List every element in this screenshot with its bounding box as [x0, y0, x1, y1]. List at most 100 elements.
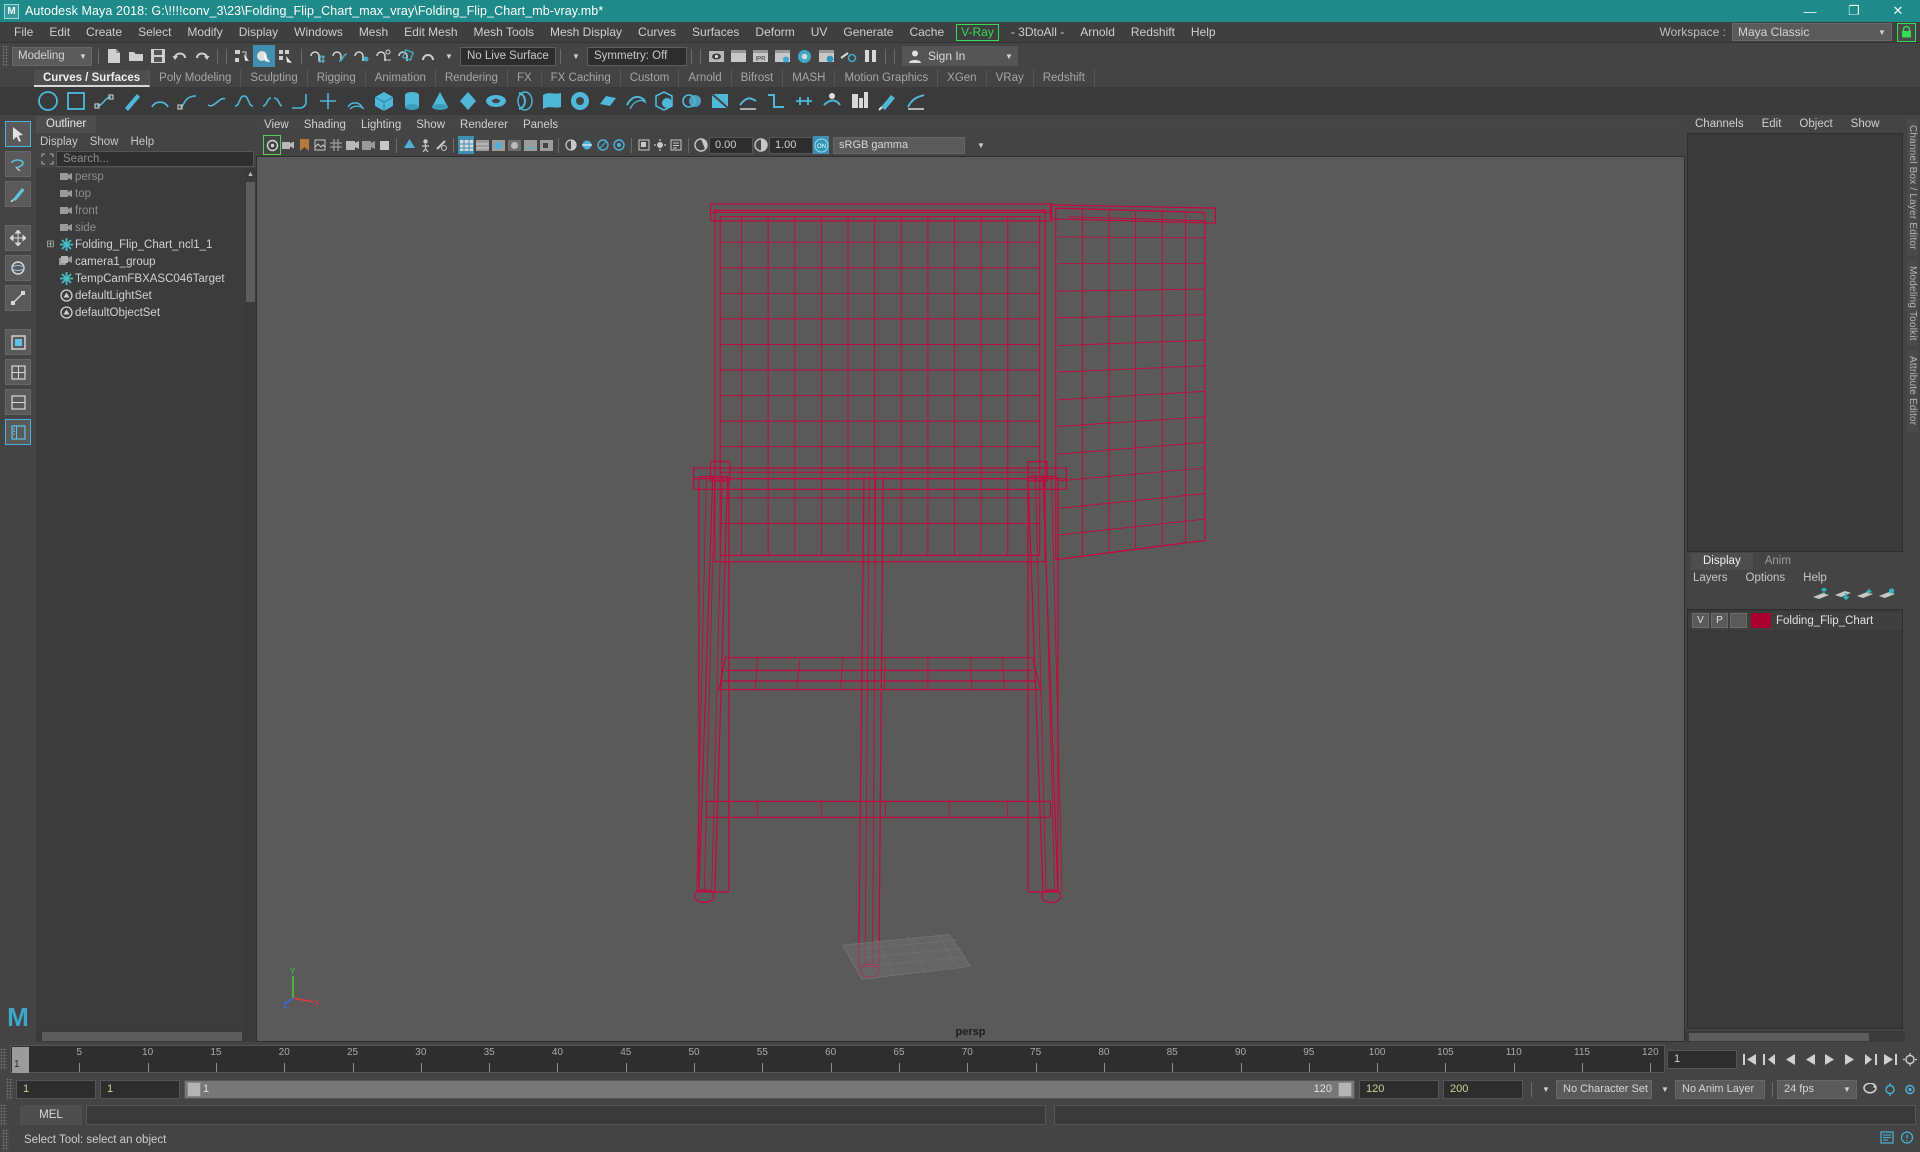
viewport-menu-view[interactable]: View	[264, 119, 300, 131]
shelf-tab-custom[interactable]: Custom	[621, 70, 680, 87]
shaded-icon[interactable]	[490, 136, 506, 154]
search-input[interactable]: Search...	[56, 151, 254, 167]
xray-icon[interactable]	[433, 136, 449, 154]
vtab-channel-box-layer-editor[interactable]: Channel Box / Layer Editor	[1907, 119, 1918, 256]
layout-two-stacked-icon[interactable]	[5, 389, 31, 415]
scrollbar-thumb[interactable]	[246, 182, 255, 302]
select-tool[interactable]	[5, 121, 31, 147]
close-button[interactable]: ✕	[1876, 0, 1920, 22]
menu-mesh-display[interactable]: Mesh Display	[542, 23, 630, 41]
shelf-tab-vray[interactable]: VRay	[987, 70, 1034, 87]
list-item[interactable]: persp	[36, 168, 256, 185]
list-item[interactable]: ⊞ Folding_Flip_Chart_ncl1_1	[36, 236, 256, 253]
film-gate-icon[interactable]	[344, 136, 360, 154]
outliner-tab[interactable]: Outliner	[36, 116, 97, 133]
list-item[interactable]: camera1_group	[36, 253, 256, 270]
menu-create[interactable]: Create	[78, 23, 130, 41]
scrollbar-thumb[interactable]	[1689, 1032, 1869, 1041]
shelf-tab-arnold[interactable]: Arnold	[679, 70, 732, 87]
outliner-vertical-scrollbar[interactable]: ▲	[245, 168, 256, 1030]
command-output[interactable]	[1054, 1105, 1916, 1125]
snap-options-chevron-icon[interactable]: ▼	[438, 45, 460, 67]
tab-display-layers[interactable]: Display	[1691, 552, 1753, 570]
color-management-toggle-icon[interactable]: ON	[813, 136, 829, 154]
list-item[interactable]: defaultLightSet	[36, 287, 256, 304]
step-back-frame-icon[interactable]	[1780, 1049, 1800, 1069]
layers-menu-help[interactable]: Help	[1803, 572, 1827, 584]
cube-primitive-icon[interactable]	[370, 88, 398, 114]
viewport-menu-show[interactable]: Show	[416, 119, 456, 131]
birail-surface-icon[interactable]	[622, 88, 650, 114]
playback-max-field[interactable]: 200	[1443, 1079, 1523, 1099]
channelbox-menu-channels[interactable]: Channels	[1695, 118, 1744, 130]
paint-attributes-icon[interactable]	[874, 88, 902, 114]
cut-curve-icon[interactable]	[314, 88, 342, 114]
torus-primitive-icon[interactable]	[482, 88, 510, 114]
menu-select[interactable]: Select	[130, 23, 179, 41]
shelf-tab-fx-caching[interactable]: FX Caching	[542, 70, 621, 87]
use-all-lights-icon[interactable]	[522, 136, 538, 154]
cv-curve-icon[interactable]	[90, 88, 118, 114]
script-editor-icon[interactable]	[1880, 1131, 1894, 1149]
render-current-frame-icon[interactable]	[727, 45, 749, 67]
layout-outliner-persp-icon[interactable]	[5, 419, 31, 445]
surface-fillet-icon[interactable]	[762, 88, 790, 114]
layout-four-icon[interactable]	[5, 359, 31, 385]
list-item[interactable]: front	[36, 202, 256, 219]
isolate-select-icon[interactable]	[401, 136, 417, 154]
list-item[interactable]: top	[36, 185, 256, 202]
move-tool[interactable]	[5, 225, 31, 251]
sculpt-surface-icon[interactable]	[818, 88, 846, 114]
light-editor-icon[interactable]	[837, 45, 859, 67]
gamma-icon[interactable]	[753, 136, 769, 154]
menu-help[interactable]: Help	[1183, 23, 1224, 41]
arc-curve-icon[interactable]	[146, 88, 174, 114]
range-slider[interactable]: 1 120	[184, 1079, 1355, 1099]
go-to-end-icon[interactable]	[1880, 1049, 1900, 1069]
attach-curve-icon[interactable]	[230, 88, 258, 114]
exposure-icon[interactable]	[693, 136, 709, 154]
trim-surface-icon[interactable]	[706, 88, 734, 114]
new-layer-icon[interactable]	[1857, 588, 1873, 606]
list-item[interactable]: TempCamFBXASC046Target	[36, 270, 256, 287]
chevron-down-icon[interactable]: ▼	[1000, 46, 1018, 66]
motion-blur-icon[interactable]	[579, 136, 595, 154]
go-to-start-icon[interactable]	[1740, 1049, 1760, 1069]
xray-joints-icon[interactable]	[417, 136, 433, 154]
square-curve-icon[interactable]	[62, 88, 90, 114]
snap-projected-icon[interactable]	[372, 45, 394, 67]
planar-surface-icon[interactable]	[566, 88, 594, 114]
stitch-surface-icon[interactable]	[790, 88, 818, 114]
menu-arnold[interactable]: Arnold	[1072, 23, 1123, 41]
character-set-chevron-icon[interactable]: ▼	[1536, 1079, 1556, 1099]
menu-vray[interactable]: V-Ray	[956, 23, 999, 41]
viewport-menu-renderer[interactable]: Renderer	[460, 119, 519, 131]
resolution-gate-icon[interactable]	[360, 136, 376, 154]
cone-primitive-icon[interactable]	[426, 88, 454, 114]
viewport-menu-shading[interactable]: Shading	[304, 119, 357, 131]
sign-in-button[interactable]: Sign In ▼	[902, 46, 1018, 66]
gamma-field[interactable]: 1.00	[769, 136, 813, 154]
scrollbar-thumb[interactable]	[42, 1031, 242, 1041]
list-item[interactable]: side	[36, 219, 256, 236]
menu-deform[interactable]: Deform	[747, 23, 802, 41]
move-layer-down-icon[interactable]	[1835, 588, 1851, 606]
command-line-gripper[interactable]	[0, 1104, 7, 1126]
shelf-tab-rendering[interactable]: Rendering	[436, 70, 508, 87]
snap-point-icon[interactable]	[350, 45, 372, 67]
redo-icon[interactable]	[191, 45, 213, 67]
expand-toggle[interactable]: ⊞	[44, 239, 57, 250]
range-end-field[interactable]: 1	[100, 1079, 180, 1099]
live-surface-field[interactable]: No Live Surface	[460, 46, 556, 66]
menu-generate[interactable]: Generate	[835, 23, 901, 41]
loft-surface-icon[interactable]	[538, 88, 566, 114]
viewport-settings-icon[interactable]	[668, 136, 684, 154]
layers-horizontal-scrollbar[interactable]	[1685, 1031, 1905, 1042]
menu-cache[interactable]: Cache	[901, 23, 952, 41]
play-forwards-icon[interactable]	[1820, 1049, 1840, 1069]
animation-preferences-icon[interactable]	[1900, 1049, 1920, 1069]
range-start-field[interactable]: 1	[16, 1079, 96, 1099]
select-camera-icon[interactable]	[263, 135, 281, 155]
symmetry-field[interactable]: Symmetry: Off	[587, 46, 687, 66]
fps-dropdown[interactable]: 24 fps ▼	[1777, 1079, 1857, 1099]
